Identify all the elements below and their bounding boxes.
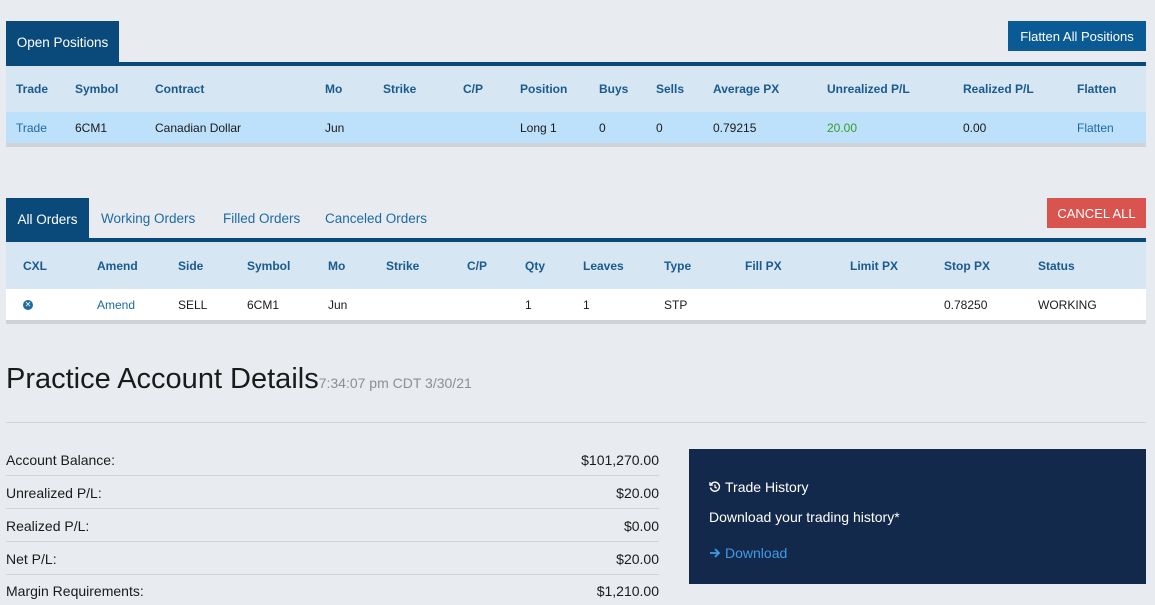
col-mo: Mo — [325, 82, 343, 96]
trade-link[interactable]: Trade — [16, 112, 47, 143]
cell-side: SELL — [178, 297, 208, 312]
download-label: Download — [725, 545, 788, 561]
cell-qty: 1 — [525, 297, 532, 312]
account-value: $1,210.00 — [596, 583, 659, 599]
col-mo: Mo — [328, 258, 346, 273]
col-cp: C/P — [463, 82, 484, 96]
account-label: Margin Requirements: — [6, 583, 144, 599]
col-trade: Trade — [16, 82, 49, 96]
col-fill-px: Fill PX — [745, 258, 782, 273]
col-average-px: Average PX — [713, 82, 780, 96]
account-row-unrealized: Unrealized P/L: $20.00 — [6, 479, 659, 507]
account-value: $0.00 — [623, 518, 659, 534]
cancel-order-button[interactable]: ✕ — [23, 289, 33, 320]
col-qty: Qty — [525, 258, 546, 273]
col-sells: Sells — [656, 82, 685, 96]
row-divider — [6, 541, 659, 542]
row-divider — [6, 508, 659, 509]
page-title: Practice Account Details — [6, 363, 319, 395]
trade-history-panel: Trade History Download your trading hist… — [689, 449, 1146, 584]
cell-mo: Jun — [325, 120, 345, 135]
amend-link[interactable]: Amend — [97, 289, 135, 320]
positions-header: Trade Symbol Contract Mo Strike C/P Posi… — [6, 66, 1146, 112]
account-row-net: Net P/L: $20.00 — [6, 545, 659, 573]
flatten-all-positions-button[interactable]: Flatten All Positions — [1008, 21, 1146, 51]
account-divider — [6, 422, 1146, 423]
cell-position: Long 1 — [520, 120, 557, 135]
arrow-right-icon — [710, 548, 721, 558]
col-symbol: Symbol — [75, 82, 119, 96]
flatten-link[interactable]: Flatten — [1077, 112, 1114, 143]
col-leaves: Leaves — [583, 258, 624, 273]
account-value: $20.00 — [616, 485, 659, 501]
col-type: Type — [664, 258, 692, 273]
row-divider — [6, 574, 659, 575]
col-status: Status — [1038, 258, 1075, 273]
cell-symbol: 6CM1 — [247, 297, 280, 312]
account-row-balance: Account Balance: $101,270.00 — [6, 446, 659, 474]
cell-symbol: 6CM1 — [75, 120, 108, 135]
cell-stop-px: 0.78250 — [944, 297, 988, 312]
col-symbol: Symbol — [247, 258, 291, 273]
col-side: Side — [178, 258, 204, 273]
cell-contract: Canadian Dollar — [155, 120, 242, 135]
col-unrealized: Unrealized P/L — [827, 82, 910, 96]
x-circle-icon: ✕ — [23, 299, 33, 310]
cell-status: WORKING — [1038, 297, 1097, 312]
col-flatten: Flatten — [1077, 82, 1117, 96]
tab-working-orders[interactable]: Working Orders — [101, 198, 195, 238]
orders-footer-bar — [6, 320, 1146, 324]
cell-leaves: 1 — [583, 297, 590, 312]
cell-buys: 0 — [599, 120, 606, 135]
col-cxl: CXL — [23, 258, 47, 273]
tab-all-orders[interactable]: All Orders — [6, 198, 89, 240]
positions-footer-bar — [6, 143, 1146, 147]
row-divider — [6, 475, 659, 476]
account-row-margin: Margin Requirements: $1,210.00 — [6, 578, 659, 604]
col-amend: Amend — [97, 258, 138, 273]
cell-realized: 0.00 — [963, 120, 987, 135]
col-contract: Contract — [155, 82, 205, 96]
account-row-realized: Realized P/L: $0.00 — [6, 512, 659, 540]
col-stop-px: Stop PX — [944, 258, 991, 273]
col-limit-px: Limit PX — [850, 258, 899, 273]
cell-type: STP — [664, 297, 688, 312]
tab-filled-orders[interactable]: Filled Orders — [223, 198, 300, 238]
download-link[interactable]: Download — [709, 545, 787, 561]
cell-sells: 0 — [656, 120, 663, 135]
col-strike: Strike — [386, 258, 420, 273]
account-heading: Practice Account Details 7:34:07 pm CDT … — [6, 363, 472, 396]
cancel-all-button[interactable]: CANCEL ALL — [1047, 198, 1146, 228]
orders-header: CXL Amend Side Symbol Mo Strike C/P Qty … — [6, 242, 1146, 289]
col-cp: C/P — [467, 258, 488, 273]
trade-history-subtitle: Download your trading history* — [709, 509, 900, 525]
account-label: Unrealized P/L: — [6, 485, 102, 501]
account-value: $20.00 — [616, 551, 659, 567]
trade-history-title: Trade History — [709, 479, 809, 495]
cell-unrealized: 20.00 — [827, 120, 858, 135]
cell-average-px: 0.79215 — [713, 120, 757, 135]
account-label: Realized P/L: — [6, 518, 90, 534]
table-row: Trade 6CM1 Canadian Dollar Jun Long 1 0 … — [6, 112, 1146, 143]
cell-mo: Jun — [328, 297, 348, 312]
trade-history-label: Trade History — [725, 479, 809, 495]
history-icon — [709, 481, 721, 492]
account-value: $101,270.00 — [581, 452, 659, 468]
col-strike: Strike — [383, 82, 417, 96]
tab-canceled-orders[interactable]: Canceled Orders — [325, 198, 427, 238]
account-label: Account Balance: — [6, 452, 115, 468]
account-label: Net P/L: — [6, 551, 57, 567]
table-row: ✕ Amend SELL 6CM1 Jun 1 1 STP 0.78250 WO… — [6, 289, 1146, 320]
col-position: Position — [520, 82, 568, 96]
timestamp: 7:34:07 pm CDT 3/30/21 — [318, 375, 472, 391]
tab-open-positions[interactable]: Open Positions — [6, 21, 119, 63]
col-buys: Buys — [599, 82, 629, 96]
col-realized: Realized P/L — [963, 82, 1034, 96]
